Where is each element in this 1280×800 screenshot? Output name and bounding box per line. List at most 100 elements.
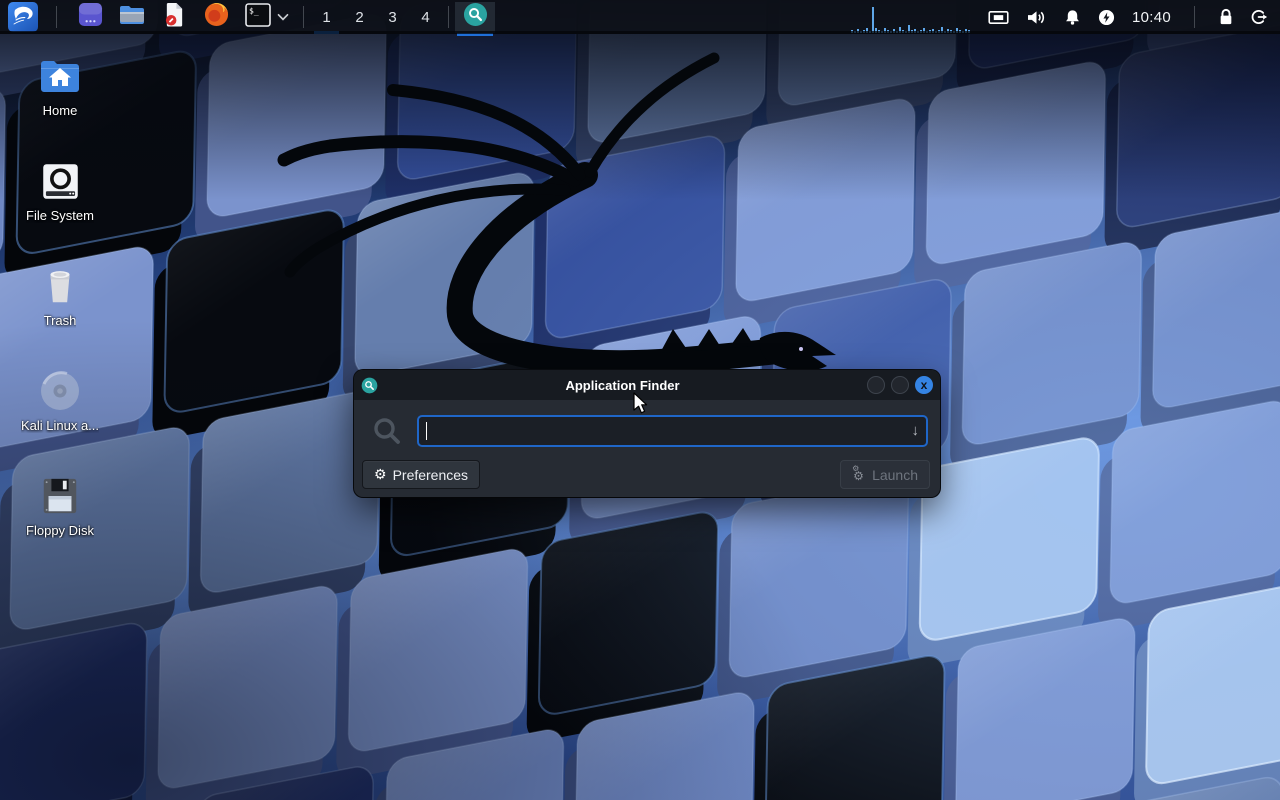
disc-icon (38, 369, 82, 413)
titlebar[interactable]: Application Finder x (354, 370, 940, 400)
graph-bar (965, 29, 967, 33)
desktop-icon-kali-linux-a[interactable]: Kali Linux a... (10, 369, 110, 433)
gear-icon: ⚙ (374, 466, 387, 483)
arrow-down-icon[interactable]: ↓ (912, 422, 920, 439)
desktop-icon-trash[interactable]: Trash (10, 264, 110, 328)
svg-text:$_: $_ (249, 6, 259, 15)
terminal-icon: $_ (245, 3, 271, 32)
drive-icon (38, 159, 82, 203)
graph-bar (905, 31, 907, 33)
bell-icon[interactable] (1064, 9, 1081, 26)
dialog-body: ↓ ⚙ Preferences ⚙⚙ Launch (354, 400, 940, 497)
text-caret (426, 422, 427, 440)
maximize-button[interactable] (891, 376, 909, 394)
graph-bar (968, 30, 970, 33)
preferences-button[interactable]: ⚙ Preferences (362, 460, 480, 489)
graph-bar (887, 30, 889, 33)
desktop-icon-column: Home File System Trash Kali Linux a... F… (10, 54, 110, 538)
panel-separator (56, 6, 57, 28)
panel-separator (303, 6, 304, 28)
graph-bar (890, 31, 892, 33)
power-manager-icon[interactable] (1098, 9, 1115, 26)
workspace-button-2[interactable]: 2 (343, 0, 376, 34)
firefox-launcher[interactable] (201, 2, 231, 32)
terminal-launcher[interactable]: $_ (243, 2, 273, 32)
trash-icon (38, 264, 82, 308)
graph-bar (917, 31, 919, 33)
graph-bar (944, 31, 946, 33)
close-button[interactable]: x (915, 376, 933, 394)
clock[interactable]: 10:40 (1132, 9, 1171, 26)
launch-button[interactable]: ⚙⚙ Launch (840, 460, 930, 489)
graph-bar (875, 28, 877, 33)
graph-bar (851, 30, 853, 33)
file-manager-icon (119, 4, 145, 31)
graph-bar (959, 30, 961, 33)
desktop-app-launcher[interactable] (75, 2, 105, 32)
graph-bar (866, 28, 868, 33)
graph-bar (953, 31, 955, 33)
graph-bar (935, 31, 937, 33)
launch-label: Launch (872, 467, 918, 483)
launch-gears-icon: ⚙⚙ (852, 467, 866, 482)
graph-bar (881, 31, 883, 33)
ethernet-icon[interactable] (988, 9, 1009, 26)
workspace-switcher: 1234 (310, 0, 442, 34)
graph-bar (938, 30, 940, 33)
graph-bar (902, 30, 904, 33)
terminal-launcher-group: $_ (243, 2, 289, 32)
system-load-graph[interactable] (851, 2, 971, 33)
graph-bar (854, 31, 856, 33)
minimize-button[interactable] (867, 376, 885, 394)
desktop-icon-label: Kali Linux a... (21, 418, 99, 433)
top-panel: $_ 1234 10:40 (0, 0, 1280, 34)
graph-bar (869, 31, 871, 33)
graph-bar (899, 27, 901, 33)
panel-launchers: $_ (0, 0, 297, 34)
file-manager-launcher[interactable] (117, 2, 147, 32)
graph-bar (923, 28, 925, 33)
application-finder-window[interactable]: Application Finder x ↓ ⚙ Preferences (354, 370, 940, 497)
graph-bar (914, 29, 916, 33)
desktop-icon-floppy-disk[interactable]: Floppy Disk (10, 474, 110, 538)
graph-bar (872, 7, 874, 33)
graph-bar (911, 30, 913, 33)
panel-appfinder-button[interactable] (455, 2, 495, 33)
search-input[interactable] (417, 415, 928, 447)
window-controls: x (867, 376, 933, 394)
graph-bar (929, 30, 931, 33)
graph-bar (926, 31, 928, 33)
graph-bar (908, 25, 910, 33)
kali-logo-icon (9, 1, 37, 34)
firefox-icon (204, 2, 229, 32)
panel-separator (448, 6, 449, 28)
desktop-icon-label: Trash (44, 313, 77, 328)
graph-bar (920, 30, 922, 33)
chevron-down-icon[interactable] (277, 8, 289, 26)
desktop-icon-label: Home (43, 103, 78, 118)
appfinder-search-icon (361, 377, 378, 394)
home-folder-icon (38, 54, 82, 98)
workspace-button-1[interactable]: 1 (310, 0, 343, 34)
graph-bar (962, 31, 964, 33)
graph-bar (932, 29, 934, 33)
volume-icon[interactable] (1026, 9, 1047, 26)
graph-bar (941, 27, 943, 33)
preferences-label: Preferences (393, 467, 468, 483)
system-tray: 10:40 (851, 0, 1280, 34)
desktop-icon-home[interactable]: Home (10, 54, 110, 118)
desktop-icon-file-system[interactable]: File System (10, 159, 110, 223)
text-editor-icon (163, 2, 186, 32)
lock-icon[interactable] (1218, 8, 1234, 26)
kali-logo-launcher[interactable] (8, 2, 38, 32)
graph-bar (878, 30, 880, 33)
text-editor-launcher[interactable] (159, 2, 189, 32)
workspace-button-4[interactable]: 4 (409, 0, 442, 34)
logout-icon[interactable] (1250, 8, 1268, 26)
graph-bar (947, 29, 949, 33)
kali-desktop: $_ 1234 10:40 Home File System Trash Kal… (0, 0, 1280, 800)
desktop-icon-label: Floppy Disk (26, 523, 94, 538)
graph-bar (896, 31, 898, 33)
workspace-button-3[interactable]: 3 (376, 0, 409, 34)
window-title: Application Finder (378, 378, 867, 393)
